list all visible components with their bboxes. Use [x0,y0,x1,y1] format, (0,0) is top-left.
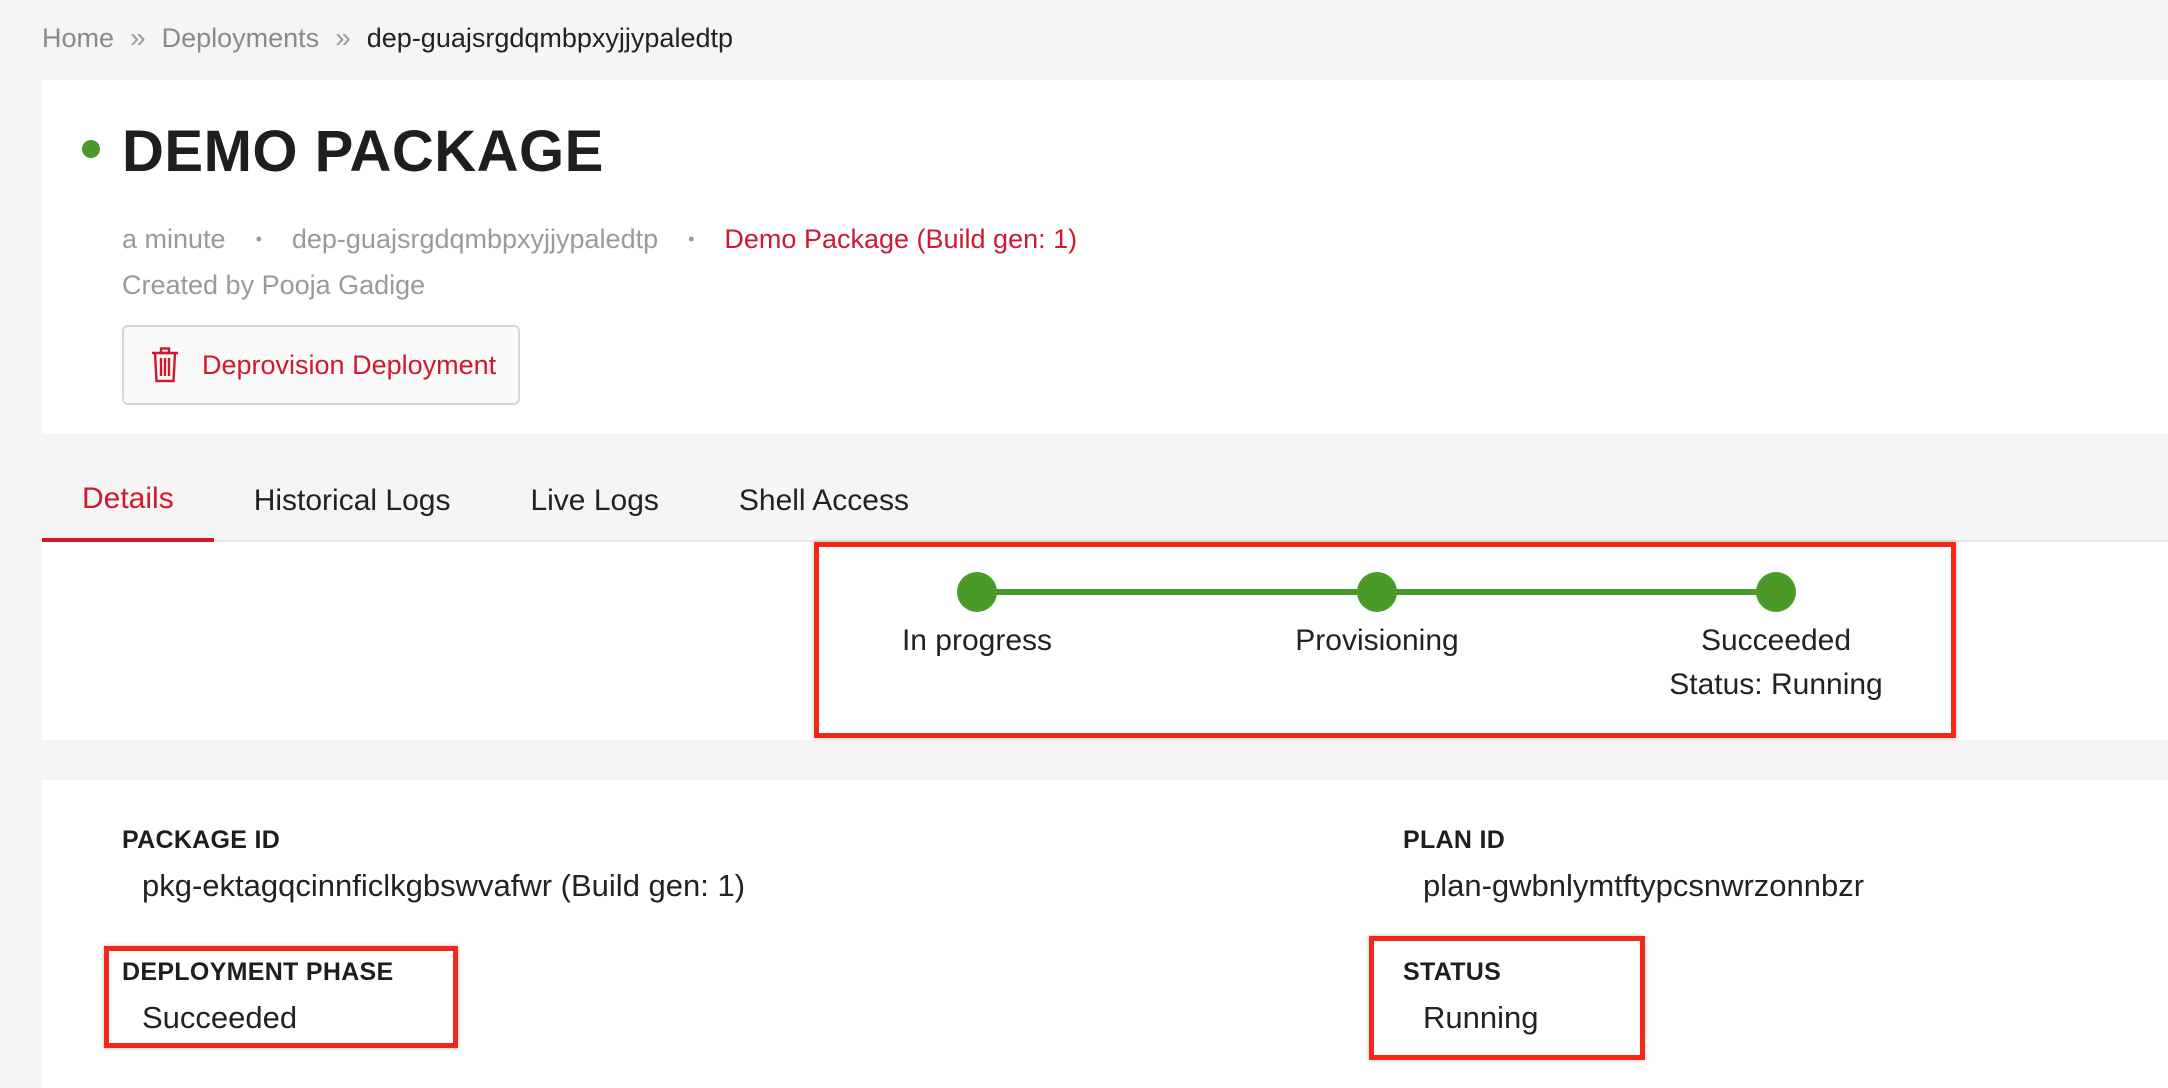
trash-icon [152,347,178,383]
highlight-box-deployment-phase [104,946,458,1048]
plan-id-label: PLAN ID [1403,826,1506,854]
breadcrumb-current: dep-guajsrgdqmbpxyjjypaledtp [366,22,733,53]
meta-separator: • [688,229,695,249]
breadcrumb-separator: » [130,22,146,53]
page-title: DEMO PACKAGE [122,119,604,184]
package-link[interactable]: Demo Package (Build gen: 1) [724,224,1077,255]
tab-historical-logs[interactable]: Historical Logs [214,460,491,542]
package-id-value: pkg-ektagqcinnficlkgbswvafwr (Build gen:… [142,868,746,903]
breadcrumb-home[interactable]: Home [42,23,114,54]
breadcrumb-separator: » [335,22,351,53]
tab-shell-access[interactable]: Shell Access [699,460,949,542]
details-card: PACKAGE ID pkg-ektagqcinnficlkgbswvafwr … [42,780,2168,1088]
tab-details[interactable]: Details [42,460,214,542]
created-by: Created by Pooja Gadige [122,270,426,300]
deployment-meta: a minute • dep-guajsrgdqmbpxyjjypaledtp … [122,224,1077,255]
highlight-box-progress [814,542,1956,738]
status-indicator-dot [82,140,100,158]
progress-card: In progress Provisioning Succeeded Statu… [42,542,2168,740]
tab-live-logs[interactable]: Live Logs [490,460,698,542]
tab-bar: Details Historical Logs Live Logs Shell … [42,460,2168,542]
plan-id-value: plan-gwbnlymtftypcsnwrzonnbzr [1423,868,1865,903]
deployment-id: dep-guajsrgdqmbpxyjjypaledtp [291,224,659,254]
package-id-label: PACKAGE ID [122,826,281,854]
breadcrumb: Home » Deployments » dep-guajsrgdqmbpxyj… [42,22,733,54]
deployment-age: a minute [122,224,226,254]
meta-separator: • [255,229,262,249]
deployment-header-card: DEMO PACKAGE a minute • dep-guajsrgdqmbp… [42,80,2168,434]
deprovision-label: Deprovision Deployment [202,349,497,380]
deprovision-deployment-button[interactable]: Deprovision Deployment [122,325,520,405]
highlight-box-status [1369,936,1645,1060]
breadcrumb-deployments[interactable]: Deployments [162,23,320,54]
